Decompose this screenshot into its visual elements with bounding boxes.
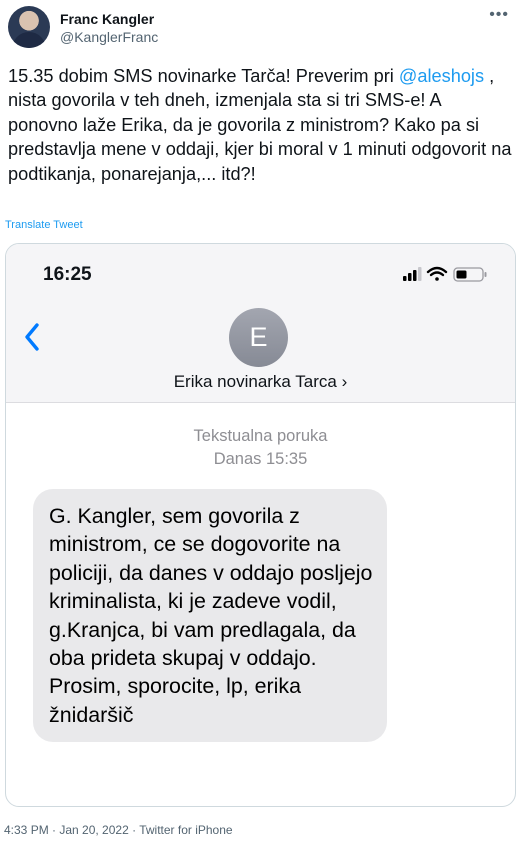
- mention-link[interactable]: @aleshojs: [399, 66, 484, 86]
- contact-name: Erika novinarka Tarca ›: [173, 372, 348, 391]
- tweet-text: 15.35 dobim SMS novinarke Tarča! Preveri…: [8, 64, 513, 186]
- messages-header: 16:25 E Erika novinarka Tarca ›: [6, 244, 515, 403]
- wifi-icon: [426, 266, 448, 281]
- message-type-label: Tekstualna poruka: [193, 427, 328, 445]
- message-bubble: G. Kangler, sem govorila z ministrom, ce…: [33, 489, 387, 743]
- status-time: 16:25: [43, 264, 92, 285]
- tweet-image[interactable]: 16:25 E Erika novinarka Tarca › Tekstual…: [5, 243, 516, 807]
- ellipsis-icon[interactable]: •••: [489, 6, 509, 24]
- tweet-timestamp[interactable]: 4:33 PM · Jan 20, 2022 · Twitter for iPh…: [4, 823, 233, 837]
- signal-icon: [403, 267, 422, 281]
- message-timestamp: Danas 15:35: [213, 450, 308, 468]
- author-avatar[interactable]: [8, 6, 50, 48]
- back-chevron-icon[interactable]: [24, 323, 40, 351]
- battery-icon: [453, 267, 487, 282]
- tweet-header: Franc Kangler @KanglerFranc •••: [8, 6, 511, 54]
- author-name[interactable]: Franc Kangler: [60, 11, 154, 27]
- author-handle[interactable]: @KanglerFranc: [60, 29, 158, 45]
- contact-avatar: E: [229, 308, 288, 367]
- tweet-text-start: 15.35 dobim SMS novinarke Tarča! Preveri…: [8, 66, 394, 86]
- translate-tweet-link[interactable]: Translate Tweet: [5, 219, 83, 231]
- status-icons: [403, 266, 487, 282]
